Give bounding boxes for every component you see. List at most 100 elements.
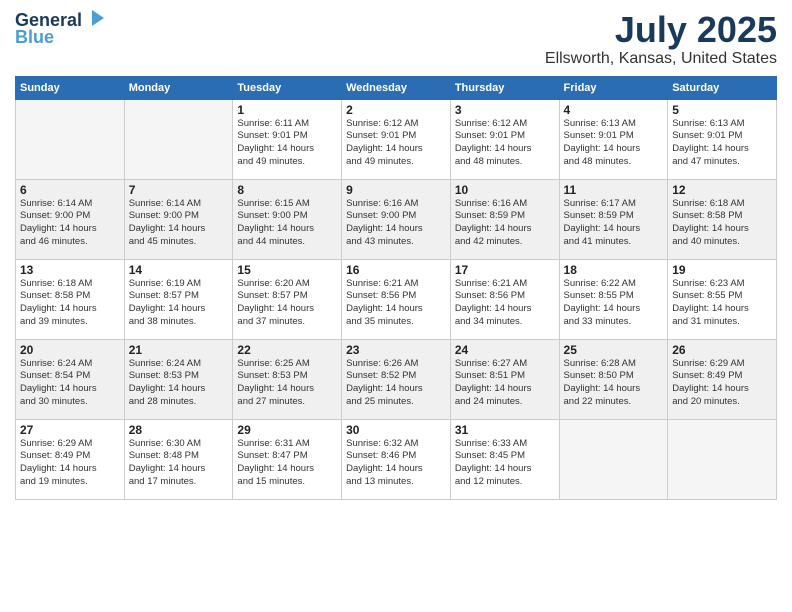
table-row: 28Sunrise: 6:30 AMSunset: 8:48 PMDayligh…	[124, 419, 233, 499]
table-row: 14Sunrise: 6:19 AMSunset: 8:57 PMDayligh…	[124, 259, 233, 339]
day-info: Sunrise: 6:25 AMSunset: 8:53 PMDaylight:…	[237, 358, 337, 409]
day-number: 30	[346, 423, 446, 437]
day-number: 23	[346, 343, 446, 357]
day-number: 8	[237, 183, 337, 197]
day-number: 20	[20, 343, 120, 357]
header-thursday: Thursday	[450, 76, 559, 99]
table-row: 4Sunrise: 6:13 AMSunset: 9:01 PMDaylight…	[559, 99, 668, 179]
calendar-week-row: 27Sunrise: 6:29 AMSunset: 8:49 PMDayligh…	[16, 419, 777, 499]
day-number: 27	[20, 423, 120, 437]
calendar-header-row: Sunday Monday Tuesday Wednesday Thursday…	[16, 76, 777, 99]
table-row: 30Sunrise: 6:32 AMSunset: 8:46 PMDayligh…	[342, 419, 451, 499]
day-number: 11	[564, 183, 664, 197]
table-row: 23Sunrise: 6:26 AMSunset: 8:52 PMDayligh…	[342, 339, 451, 419]
day-number: 17	[455, 263, 555, 277]
header-monday: Monday	[124, 76, 233, 99]
day-number: 7	[129, 183, 229, 197]
header-friday: Friday	[559, 76, 668, 99]
table-row: 12Sunrise: 6:18 AMSunset: 8:58 PMDayligh…	[668, 179, 777, 259]
calendar-week-row: 1Sunrise: 6:11 AMSunset: 9:01 PMDaylight…	[16, 99, 777, 179]
day-info: Sunrise: 6:18 AMSunset: 8:58 PMDaylight:…	[20, 278, 120, 329]
day-number: 1	[237, 103, 337, 117]
day-info: Sunrise: 6:31 AMSunset: 8:47 PMDaylight:…	[237, 438, 337, 489]
day-info: Sunrise: 6:21 AMSunset: 8:56 PMDaylight:…	[346, 278, 446, 329]
day-info: Sunrise: 6:16 AMSunset: 8:59 PMDaylight:…	[455, 198, 555, 249]
page: General Blue July 2025 Ellsworth, Kansas…	[0, 0, 792, 612]
table-row: 2Sunrise: 6:12 AMSunset: 9:01 PMDaylight…	[342, 99, 451, 179]
day-number: 12	[672, 183, 772, 197]
calendar-table: Sunday Monday Tuesday Wednesday Thursday…	[15, 76, 777, 500]
table-row: 11Sunrise: 6:17 AMSunset: 8:59 PMDayligh…	[559, 179, 668, 259]
day-info: Sunrise: 6:29 AMSunset: 8:49 PMDaylight:…	[672, 358, 772, 409]
day-number: 3	[455, 103, 555, 117]
calendar-subtitle: Ellsworth, Kansas, United States	[545, 50, 777, 68]
table-row: 17Sunrise: 6:21 AMSunset: 8:56 PMDayligh…	[450, 259, 559, 339]
table-row: 31Sunrise: 6:33 AMSunset: 8:45 PMDayligh…	[450, 419, 559, 499]
day-info: Sunrise: 6:33 AMSunset: 8:45 PMDaylight:…	[455, 438, 555, 489]
table-row: 13Sunrise: 6:18 AMSunset: 8:58 PMDayligh…	[16, 259, 125, 339]
day-number: 25	[564, 343, 664, 357]
header-sunday: Sunday	[16, 76, 125, 99]
table-row	[559, 419, 668, 499]
calendar-title: July 2025	[545, 10, 777, 50]
logo-icon	[84, 8, 106, 30]
day-number: 21	[129, 343, 229, 357]
day-number: 2	[346, 103, 446, 117]
calendar-week-row: 6Sunrise: 6:14 AMSunset: 9:00 PMDaylight…	[16, 179, 777, 259]
day-number: 9	[346, 183, 446, 197]
day-info: Sunrise: 6:14 AMSunset: 9:00 PMDaylight:…	[20, 198, 120, 249]
table-row: 10Sunrise: 6:16 AMSunset: 8:59 PMDayligh…	[450, 179, 559, 259]
day-info: Sunrise: 6:23 AMSunset: 8:55 PMDaylight:…	[672, 278, 772, 329]
day-info: Sunrise: 6:12 AMSunset: 9:01 PMDaylight:…	[455, 118, 555, 169]
day-number: 28	[129, 423, 229, 437]
day-info: Sunrise: 6:27 AMSunset: 8:51 PMDaylight:…	[455, 358, 555, 409]
day-info: Sunrise: 6:13 AMSunset: 9:01 PMDaylight:…	[564, 118, 664, 169]
day-number: 16	[346, 263, 446, 277]
table-row: 24Sunrise: 6:27 AMSunset: 8:51 PMDayligh…	[450, 339, 559, 419]
day-number: 18	[564, 263, 664, 277]
table-row	[124, 99, 233, 179]
day-number: 24	[455, 343, 555, 357]
day-info: Sunrise: 6:13 AMSunset: 9:01 PMDaylight:…	[672, 118, 772, 169]
table-row: 16Sunrise: 6:21 AMSunset: 8:56 PMDayligh…	[342, 259, 451, 339]
day-number: 6	[20, 183, 120, 197]
day-info: Sunrise: 6:21 AMSunset: 8:56 PMDaylight:…	[455, 278, 555, 329]
day-number: 10	[455, 183, 555, 197]
day-number: 13	[20, 263, 120, 277]
day-info: Sunrise: 6:22 AMSunset: 8:55 PMDaylight:…	[564, 278, 664, 329]
table-row: 29Sunrise: 6:31 AMSunset: 8:47 PMDayligh…	[233, 419, 342, 499]
day-info: Sunrise: 6:15 AMSunset: 9:00 PMDaylight:…	[237, 198, 337, 249]
day-number: 4	[564, 103, 664, 117]
day-info: Sunrise: 6:29 AMSunset: 8:49 PMDaylight:…	[20, 438, 120, 489]
calendar-week-row: 20Sunrise: 6:24 AMSunset: 8:54 PMDayligh…	[16, 339, 777, 419]
header-saturday: Saturday	[668, 76, 777, 99]
day-info: Sunrise: 6:20 AMSunset: 8:57 PMDaylight:…	[237, 278, 337, 329]
table-row: 6Sunrise: 6:14 AMSunset: 9:00 PMDaylight…	[16, 179, 125, 259]
header-tuesday: Tuesday	[233, 76, 342, 99]
day-info: Sunrise: 6:19 AMSunset: 8:57 PMDaylight:…	[129, 278, 229, 329]
table-row: 5Sunrise: 6:13 AMSunset: 9:01 PMDaylight…	[668, 99, 777, 179]
table-row	[668, 419, 777, 499]
table-row: 22Sunrise: 6:25 AMSunset: 8:53 PMDayligh…	[233, 339, 342, 419]
table-row	[16, 99, 125, 179]
header-wednesday: Wednesday	[342, 76, 451, 99]
day-info: Sunrise: 6:16 AMSunset: 9:00 PMDaylight:…	[346, 198, 446, 249]
table-row: 27Sunrise: 6:29 AMSunset: 8:49 PMDayligh…	[16, 419, 125, 499]
table-row: 18Sunrise: 6:22 AMSunset: 8:55 PMDayligh…	[559, 259, 668, 339]
day-number: 15	[237, 263, 337, 277]
table-row: 26Sunrise: 6:29 AMSunset: 8:49 PMDayligh…	[668, 339, 777, 419]
table-row: 19Sunrise: 6:23 AMSunset: 8:55 PMDayligh…	[668, 259, 777, 339]
day-number: 19	[672, 263, 772, 277]
day-info: Sunrise: 6:24 AMSunset: 8:53 PMDaylight:…	[129, 358, 229, 409]
day-info: Sunrise: 6:26 AMSunset: 8:52 PMDaylight:…	[346, 358, 446, 409]
day-info: Sunrise: 6:32 AMSunset: 8:46 PMDaylight:…	[346, 438, 446, 489]
day-info: Sunrise: 6:24 AMSunset: 8:54 PMDaylight:…	[20, 358, 120, 409]
day-number: 29	[237, 423, 337, 437]
day-info: Sunrise: 6:14 AMSunset: 9:00 PMDaylight:…	[129, 198, 229, 249]
table-row: 3Sunrise: 6:12 AMSunset: 9:01 PMDaylight…	[450, 99, 559, 179]
table-row: 20Sunrise: 6:24 AMSunset: 8:54 PMDayligh…	[16, 339, 125, 419]
day-number: 5	[672, 103, 772, 117]
day-number: 31	[455, 423, 555, 437]
table-row: 8Sunrise: 6:15 AMSunset: 9:00 PMDaylight…	[233, 179, 342, 259]
day-info: Sunrise: 6:28 AMSunset: 8:50 PMDaylight:…	[564, 358, 664, 409]
